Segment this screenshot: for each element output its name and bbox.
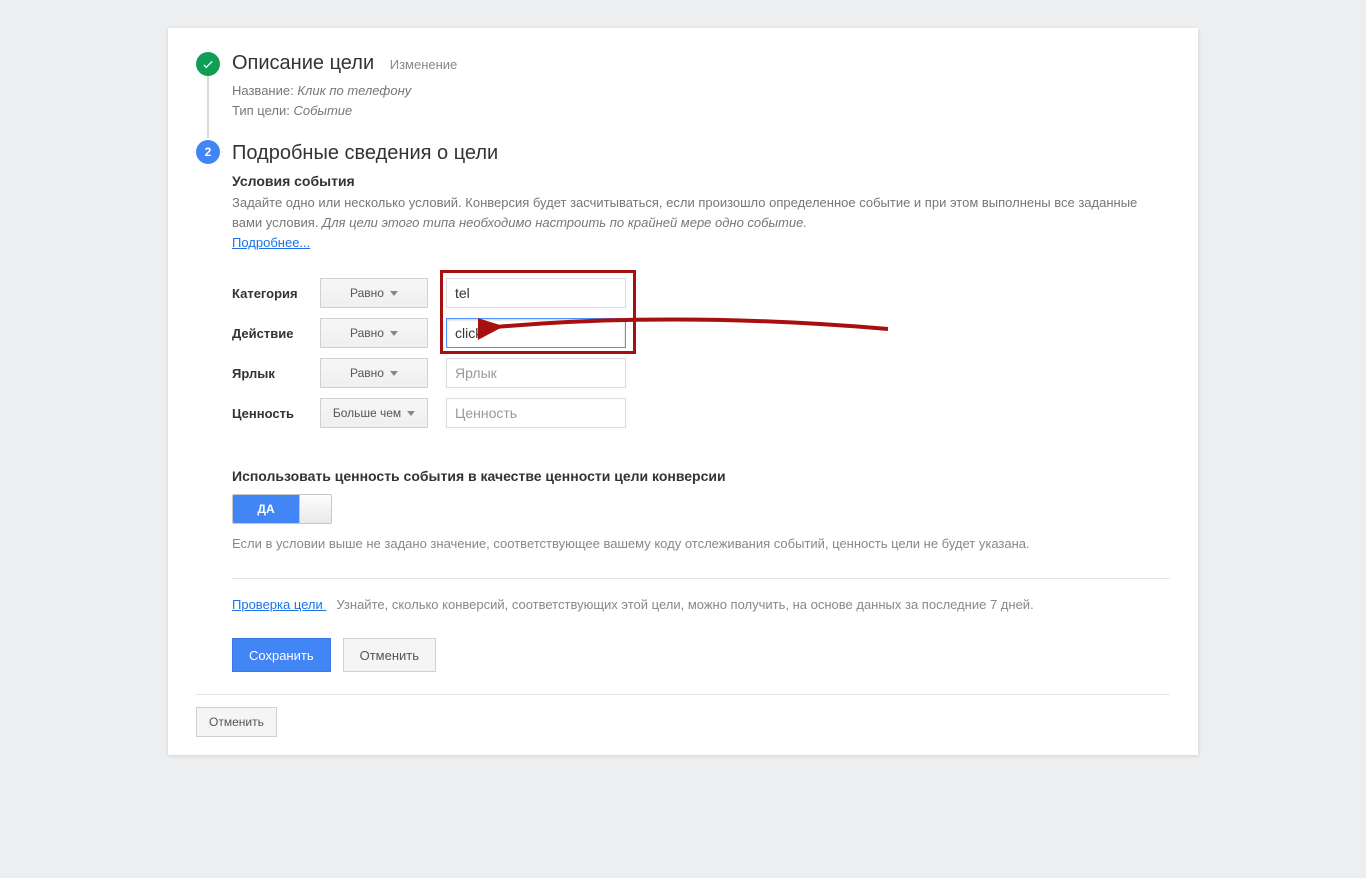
- step-1-title[interactable]: Описание цели: [232, 52, 374, 75]
- use-event-value-toggle[interactable]: ДА: [232, 494, 332, 524]
- condition-row-category: Категория Равно: [232, 278, 1170, 308]
- label-operator-dropdown[interactable]: Равно: [320, 358, 428, 388]
- goal-setup-card: Описание цели Изменение Название: Клик п…: [168, 28, 1198, 755]
- step-1: Описание цели Изменение Название: Клик п…: [196, 52, 1170, 126]
- label-operator-text: Равно: [350, 366, 384, 380]
- action-operator-dropdown[interactable]: Равно: [320, 318, 428, 348]
- footer: Отменить: [196, 694, 1170, 737]
- step-2: 2 Подробные сведения о цели Условия собы…: [196, 140, 1170, 678]
- caret-down-icon: [407, 411, 415, 416]
- step-1-sub: Изменение: [390, 57, 458, 72]
- step-1-name-value: Клик по телефону: [297, 83, 411, 98]
- conditions-desc-italic: Для цели этого типа необходимо настроить…: [322, 215, 807, 230]
- condition-row-action: Действие Равно: [232, 318, 1170, 348]
- save-button[interactable]: Сохранить: [232, 638, 331, 672]
- toggle-knob: [299, 495, 331, 523]
- category-value-input[interactable]: [446, 278, 626, 308]
- label-label: Ярлык: [232, 366, 320, 381]
- step-actions: Сохранить Отменить: [232, 638, 1170, 672]
- condition-row-label: Ярлык Равно: [232, 358, 1170, 388]
- action-operator-text: Равно: [350, 326, 384, 340]
- caret-down-icon: [390, 371, 398, 376]
- check-icon: [201, 57, 215, 71]
- step-2-title: Подробные сведения о цели: [232, 142, 498, 165]
- toggle-on-label: ДА: [233, 495, 299, 523]
- step-1-badge: [196, 52, 220, 76]
- caret-down-icon: [390, 291, 398, 296]
- use-event-value-note: Если в условии выше не задано значение, …: [232, 534, 1112, 554]
- verify-goal-line: Проверка цели Узнайте, сколько конверсий…: [232, 595, 1112, 615]
- action-label: Действие: [232, 326, 320, 341]
- condition-row-value: Ценность Больше чем: [232, 398, 1170, 428]
- value-operator-text: Больше чем: [333, 406, 401, 420]
- conditions-block: Категория Равно Действие Равно: [232, 278, 1170, 428]
- value-operator-dropdown[interactable]: Больше чем: [320, 398, 428, 428]
- category-operator-dropdown[interactable]: Равно: [320, 278, 428, 308]
- step-connector: [207, 76, 209, 138]
- label-value-input[interactable]: [446, 358, 626, 388]
- conditions-title: Условия события: [232, 173, 1170, 189]
- verify-goal-text: Узнайте, сколько конверсий, соответствую…: [336, 597, 1033, 612]
- cancel-button[interactable]: Отменить: [343, 638, 436, 672]
- step-1-type-label: Тип цели:: [232, 103, 290, 118]
- step-2-badge: 2: [196, 140, 220, 164]
- action-value-input[interactable]: [446, 318, 626, 348]
- step-1-name-label: Название:: [232, 83, 294, 98]
- conditions-desc: Задайте одно или несколько условий. Конв…: [232, 193, 1170, 233]
- value-value-input[interactable]: [446, 398, 626, 428]
- separator: [232, 578, 1170, 579]
- category-label: Категория: [232, 286, 320, 301]
- cancel-outer-button[interactable]: Отменить: [196, 707, 277, 737]
- category-operator-text: Равно: [350, 286, 384, 300]
- step-1-type-value: Событие: [293, 103, 352, 118]
- use-event-value-section: Использовать ценность события в качестве…: [232, 468, 1170, 554]
- verify-goal-link[interactable]: Проверка цели: [232, 597, 326, 612]
- value-label: Ценность: [232, 406, 320, 421]
- caret-down-icon: [390, 331, 398, 336]
- learn-more-link[interactable]: Подробнее...: [232, 235, 310, 250]
- use-event-value-title: Использовать ценность события в качестве…: [232, 468, 1170, 484]
